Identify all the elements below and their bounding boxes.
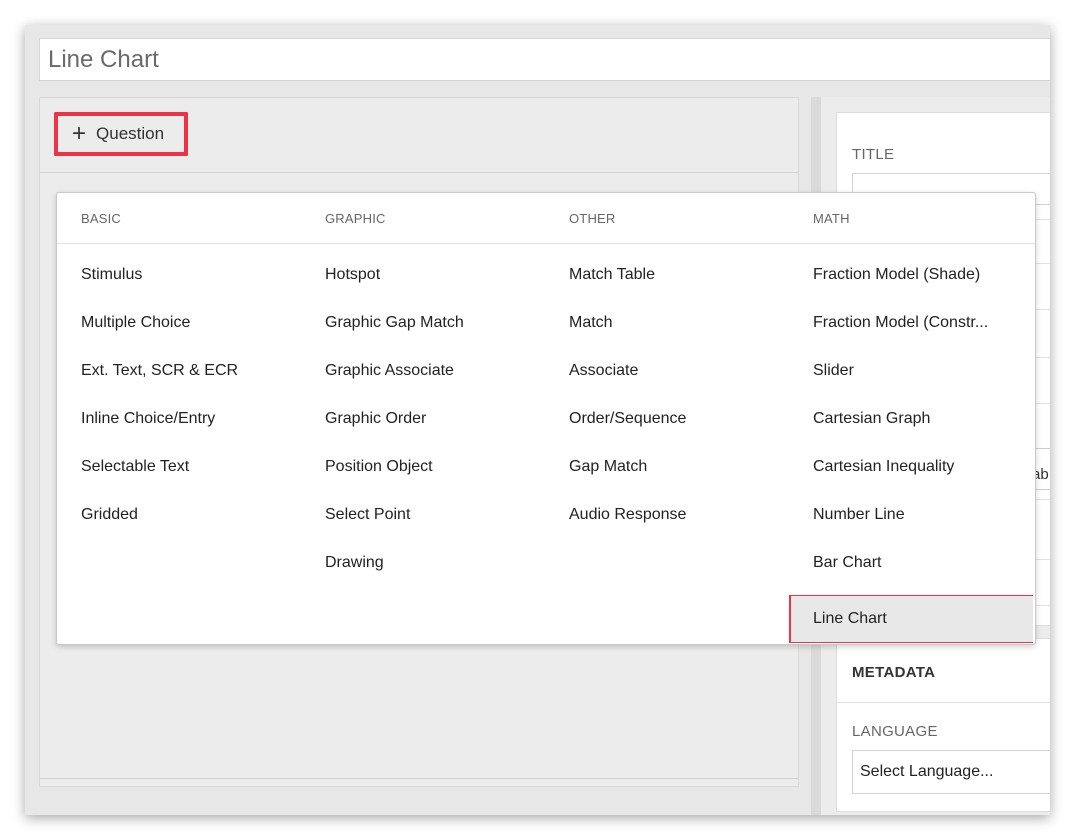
divider-line [837, 702, 1050, 703]
language-select[interactable]: Select Language... [852, 750, 1050, 794]
menu-item-stimulus[interactable]: Stimulus [57, 243, 301, 291]
divider-line [40, 778, 798, 779]
menu-item-gap-match[interactable]: Gap Match [545, 435, 789, 483]
column-header-graphic: GRAPHIC [325, 211, 386, 226]
menu-headers: BASIC GRAPHIC OTHER MATH [57, 193, 1035, 244]
menu-item-graphic-gap-match[interactable]: Graphic Gap Match [301, 291, 545, 339]
question-type-menu: BASIC GRAPHIC OTHER MATH Stimulus Multip… [56, 192, 1036, 645]
menu-column-math: Fraction Model (Shade) Fraction Model (C… [789, 243, 1033, 643]
menu-item-graphic-associate[interactable]: Graphic Associate [301, 339, 545, 387]
menu-item-graphic-order[interactable]: Graphic Order [301, 387, 545, 435]
menu-item-cartesian-graph[interactable]: Cartesian Graph [789, 387, 1033, 435]
add-question-label: Question [96, 124, 165, 143]
menu-item-hotspot[interactable]: Hotspot [301, 243, 545, 291]
menu-item-drawing[interactable]: Drawing [301, 531, 545, 579]
menu-item-fraction-model-shade[interactable]: Fraction Model (Shade) [789, 243, 1033, 291]
add-question-button[interactable]: + Question [54, 112, 188, 156]
menu-item-slider[interactable]: Slider [789, 339, 1033, 387]
menu-item-inline-choice[interactable]: Inline Choice/Entry [57, 387, 301, 435]
menu-item-match[interactable]: Match [545, 291, 789, 339]
column-header-basic: BASIC [81, 211, 122, 226]
menu-item-match-table[interactable]: Match Table [545, 243, 789, 291]
menu-item-multiple-choice[interactable]: Multiple Choice [57, 291, 301, 339]
metadata-heading: METADATA [852, 664, 936, 681]
menu-item-order-sequence[interactable]: Order/Sequence [545, 387, 789, 435]
question-title-field[interactable]: Line Chart [39, 38, 1050, 81]
menu-item-ext-text[interactable]: Ext. Text, SCR & ECR [57, 339, 301, 387]
menu-item-gridded[interactable]: Gridded [57, 483, 301, 531]
menu-item-selectable-text[interactable]: Selectable Text [57, 435, 301, 483]
left-panel-header: + Question [40, 98, 798, 173]
menu-item-fraction-model-construct[interactable]: Fraction Model (Constr... [789, 291, 1033, 339]
menu-column-other: Match Table Match Associate Order/Sequen… [545, 243, 789, 531]
column-header-other: OTHER [569, 211, 616, 226]
menu-item-line-chart[interactable]: Line Chart [789, 595, 1033, 643]
column-header-math: MATH [813, 211, 850, 226]
menu-item-position-object[interactable]: Position Object [301, 435, 545, 483]
menu-item-select-point[interactable]: Select Point [301, 483, 545, 531]
menu-column-basic: Stimulus Multiple Choice Ext. Text, SCR … [57, 243, 301, 531]
language-label: LANGUAGE [852, 723, 938, 740]
menu-item-cartesian-inequality[interactable]: Cartesian Inequality [789, 435, 1033, 483]
menu-item-audio-response[interactable]: Audio Response [545, 483, 789, 531]
editor-window: Line Chart + Question TITLE ab METADATA [25, 25, 1050, 815]
title-label: TITLE [852, 146, 895, 163]
menu-column-graphic: Hotspot Graphic Gap Match Graphic Associ… [301, 243, 545, 579]
plus-icon: + [72, 120, 87, 147]
menu-item-number-line[interactable]: Number Line [789, 483, 1033, 531]
menu-item-associate[interactable]: Associate [545, 339, 789, 387]
menu-item-bar-chart[interactable]: Bar Chart [789, 531, 1033, 579]
